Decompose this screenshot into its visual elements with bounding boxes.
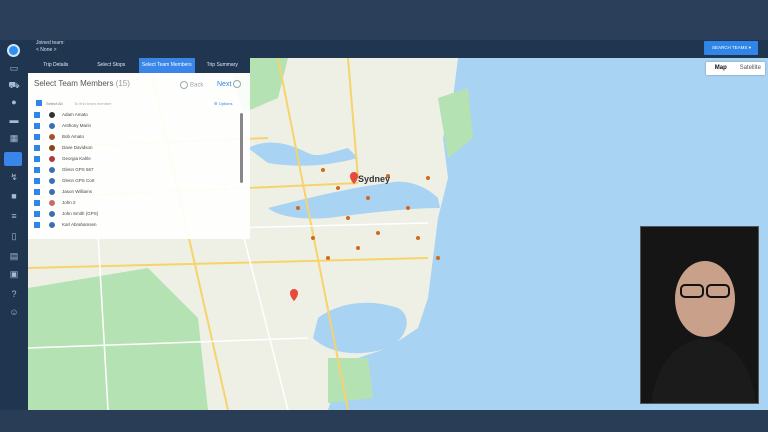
- route-icon[interactable]: ↯: [6, 171, 22, 183]
- member-checkbox[interactable]: [34, 211, 40, 217]
- avatar: [48, 188, 56, 196]
- member-name: John Smith (GPS): [62, 211, 99, 216]
- list-item[interactable]: Jason Williams: [34, 188, 234, 198]
- panel-title: Select Team Members (15): [34, 79, 130, 88]
- joined-team-label: Joined team:: [36, 40, 65, 46]
- member-checkbox[interactable]: [34, 222, 40, 228]
- list-item[interactable]: Karl Abrahamsen: [34, 221, 234, 231]
- list-item[interactable]: Georgia Kahle: [34, 155, 234, 165]
- avatar: [48, 133, 56, 141]
- list-item[interactable]: Adam Amato: [34, 111, 234, 121]
- member-name: Glenn GPS 567: [62, 167, 94, 172]
- webcam-overlay: [640, 226, 759, 404]
- document-icon[interactable]: ▯: [6, 230, 22, 242]
- calendar-icon[interactable]: ▦: [6, 132, 22, 144]
- member-checkbox[interactable]: [34, 178, 40, 184]
- list-item[interactable]: Anthony Marin: [34, 122, 234, 132]
- member-name: John 2: [62, 200, 76, 205]
- next-arrow-icon: [233, 80, 242, 88]
- options-link[interactable]: ⚙ Options: [214, 101, 233, 106]
- member-checkbox[interactable]: [34, 189, 40, 195]
- tab-trip-summary[interactable]: Trip Summary: [195, 58, 251, 73]
- member-name: Jason Williams: [62, 189, 93, 194]
- avatar: [48, 166, 56, 174]
- gear-icon: ⚙: [214, 101, 218, 106]
- users-icon[interactable]: ☺: [6, 306, 22, 318]
- location-icon[interactable]: ●: [6, 96, 22, 108]
- select-all-checkbox[interactable]: [36, 100, 42, 106]
- list-item[interactable]: John Smith (GPS): [34, 210, 234, 220]
- member-name: Karl Abrahamsen: [62, 222, 97, 227]
- member-name: Adam Amato: [62, 112, 88, 117]
- list-icon[interactable]: ≡: [6, 210, 22, 222]
- member-name: Anthony Marin: [62, 123, 92, 128]
- avatar: [48, 210, 56, 218]
- logo-icon[interactable]: [7, 44, 20, 57]
- list-item[interactable]: John 2: [34, 199, 234, 209]
- avatar: [48, 144, 56, 152]
- member-checkbox[interactable]: [34, 145, 40, 151]
- avatar: [48, 111, 56, 119]
- joined-team-value[interactable]: < None >: [36, 47, 65, 54]
- avatar: [48, 177, 56, 185]
- dashboard-icon[interactable]: ▭: [6, 62, 22, 74]
- bottom-band: [0, 410, 768, 432]
- member-name: Dave Davidson: [62, 145, 93, 150]
- list-scrollbar[interactable]: [240, 113, 243, 183]
- member-checkbox[interactable]: [34, 200, 40, 206]
- member-search-input[interactable]: To find team member: [74, 101, 112, 106]
- joined-team: Joined team: < None >: [36, 40, 65, 53]
- back-arrow-icon: [180, 81, 188, 89]
- tab-select-team-members[interactable]: Select Team Members: [139, 58, 195, 73]
- box-icon[interactable]: ▣: [6, 268, 22, 280]
- avatar: [48, 122, 56, 130]
- member-checkbox[interactable]: [34, 134, 40, 140]
- help-icon[interactable]: ?: [6, 288, 22, 300]
- avatar: [48, 199, 56, 207]
- select-all-row: Select All To find team member ⚙ Options: [36, 100, 236, 108]
- options-label: Options: [218, 101, 233, 106]
- wizard-tabs: Trip Details Select Stops Select Team Me…: [28, 58, 250, 73]
- list-item[interactable]: Dave Davidson: [34, 144, 234, 154]
- report-icon[interactable]: ▤: [6, 250, 22, 262]
- back-button[interactable]: Back: [180, 81, 203, 89]
- top-band: [0, 0, 768, 40]
- tab-trip-details[interactable]: Trip Details: [28, 58, 84, 73]
- map-type-map-button[interactable]: Map: [706, 62, 736, 75]
- search-teams-button[interactable]: SEARCH TEAMS ▾: [704, 41, 758, 55]
- team-member-panel: Select Team Members (15) Back Next Selec…: [28, 73, 250, 239]
- next-button[interactable]: Next: [217, 80, 242, 88]
- select-all-label: Select All: [46, 101, 63, 106]
- member-name: Georgia Kahle: [62, 156, 91, 161]
- map-type-toggle: Map Satellite: [706, 62, 765, 75]
- member-name: Bob Amato: [62, 134, 85, 139]
- presenter-video: [641, 227, 758, 403]
- tab-select-stops[interactable]: Select Stops: [84, 58, 140, 73]
- list-item[interactable]: Glenn GPS 567: [34, 166, 234, 176]
- map-type-satellite-button[interactable]: Satellite: [736, 62, 766, 75]
- member-count: (15): [115, 79, 130, 88]
- member-list: Adam Amato Anthony Marin Bob Amato Dave …: [34, 111, 234, 233]
- next-label: Next: [217, 80, 232, 88]
- member-checkbox[interactable]: [34, 112, 40, 118]
- list-item[interactable]: Glenn GPS Cort: [34, 177, 234, 187]
- member-checkbox[interactable]: [34, 167, 40, 173]
- car-icon[interactable]: ▬: [6, 114, 22, 126]
- truck-icon[interactable]: ⛟: [6, 79, 22, 91]
- trip-icon[interactable]: [4, 152, 22, 166]
- list-item[interactable]: Bob Amato: [34, 133, 234, 143]
- panel-title-text: Select Team Members: [34, 79, 114, 88]
- map-city-label: Sydney: [358, 174, 391, 184]
- avatar: [48, 155, 56, 163]
- avatar: [48, 221, 56, 229]
- search-teams-label: SEARCH TEAMS: [712, 45, 748, 50]
- back-label: Back: [190, 82, 204, 89]
- sidebar: ▭ ⛟ ● ▬ ▦ ↯ ■ ≡ ▯ ▤ ▣ ? ☺: [0, 40, 28, 410]
- app-header: Joined team: < None > SEARCH TEAMS ▾: [28, 40, 768, 58]
- member-checkbox[interactable]: [34, 123, 40, 129]
- member-name: Glenn GPS Cort: [62, 178, 95, 183]
- briefcase-icon[interactable]: ■: [6, 190, 22, 202]
- member-checkbox[interactable]: [34, 156, 40, 162]
